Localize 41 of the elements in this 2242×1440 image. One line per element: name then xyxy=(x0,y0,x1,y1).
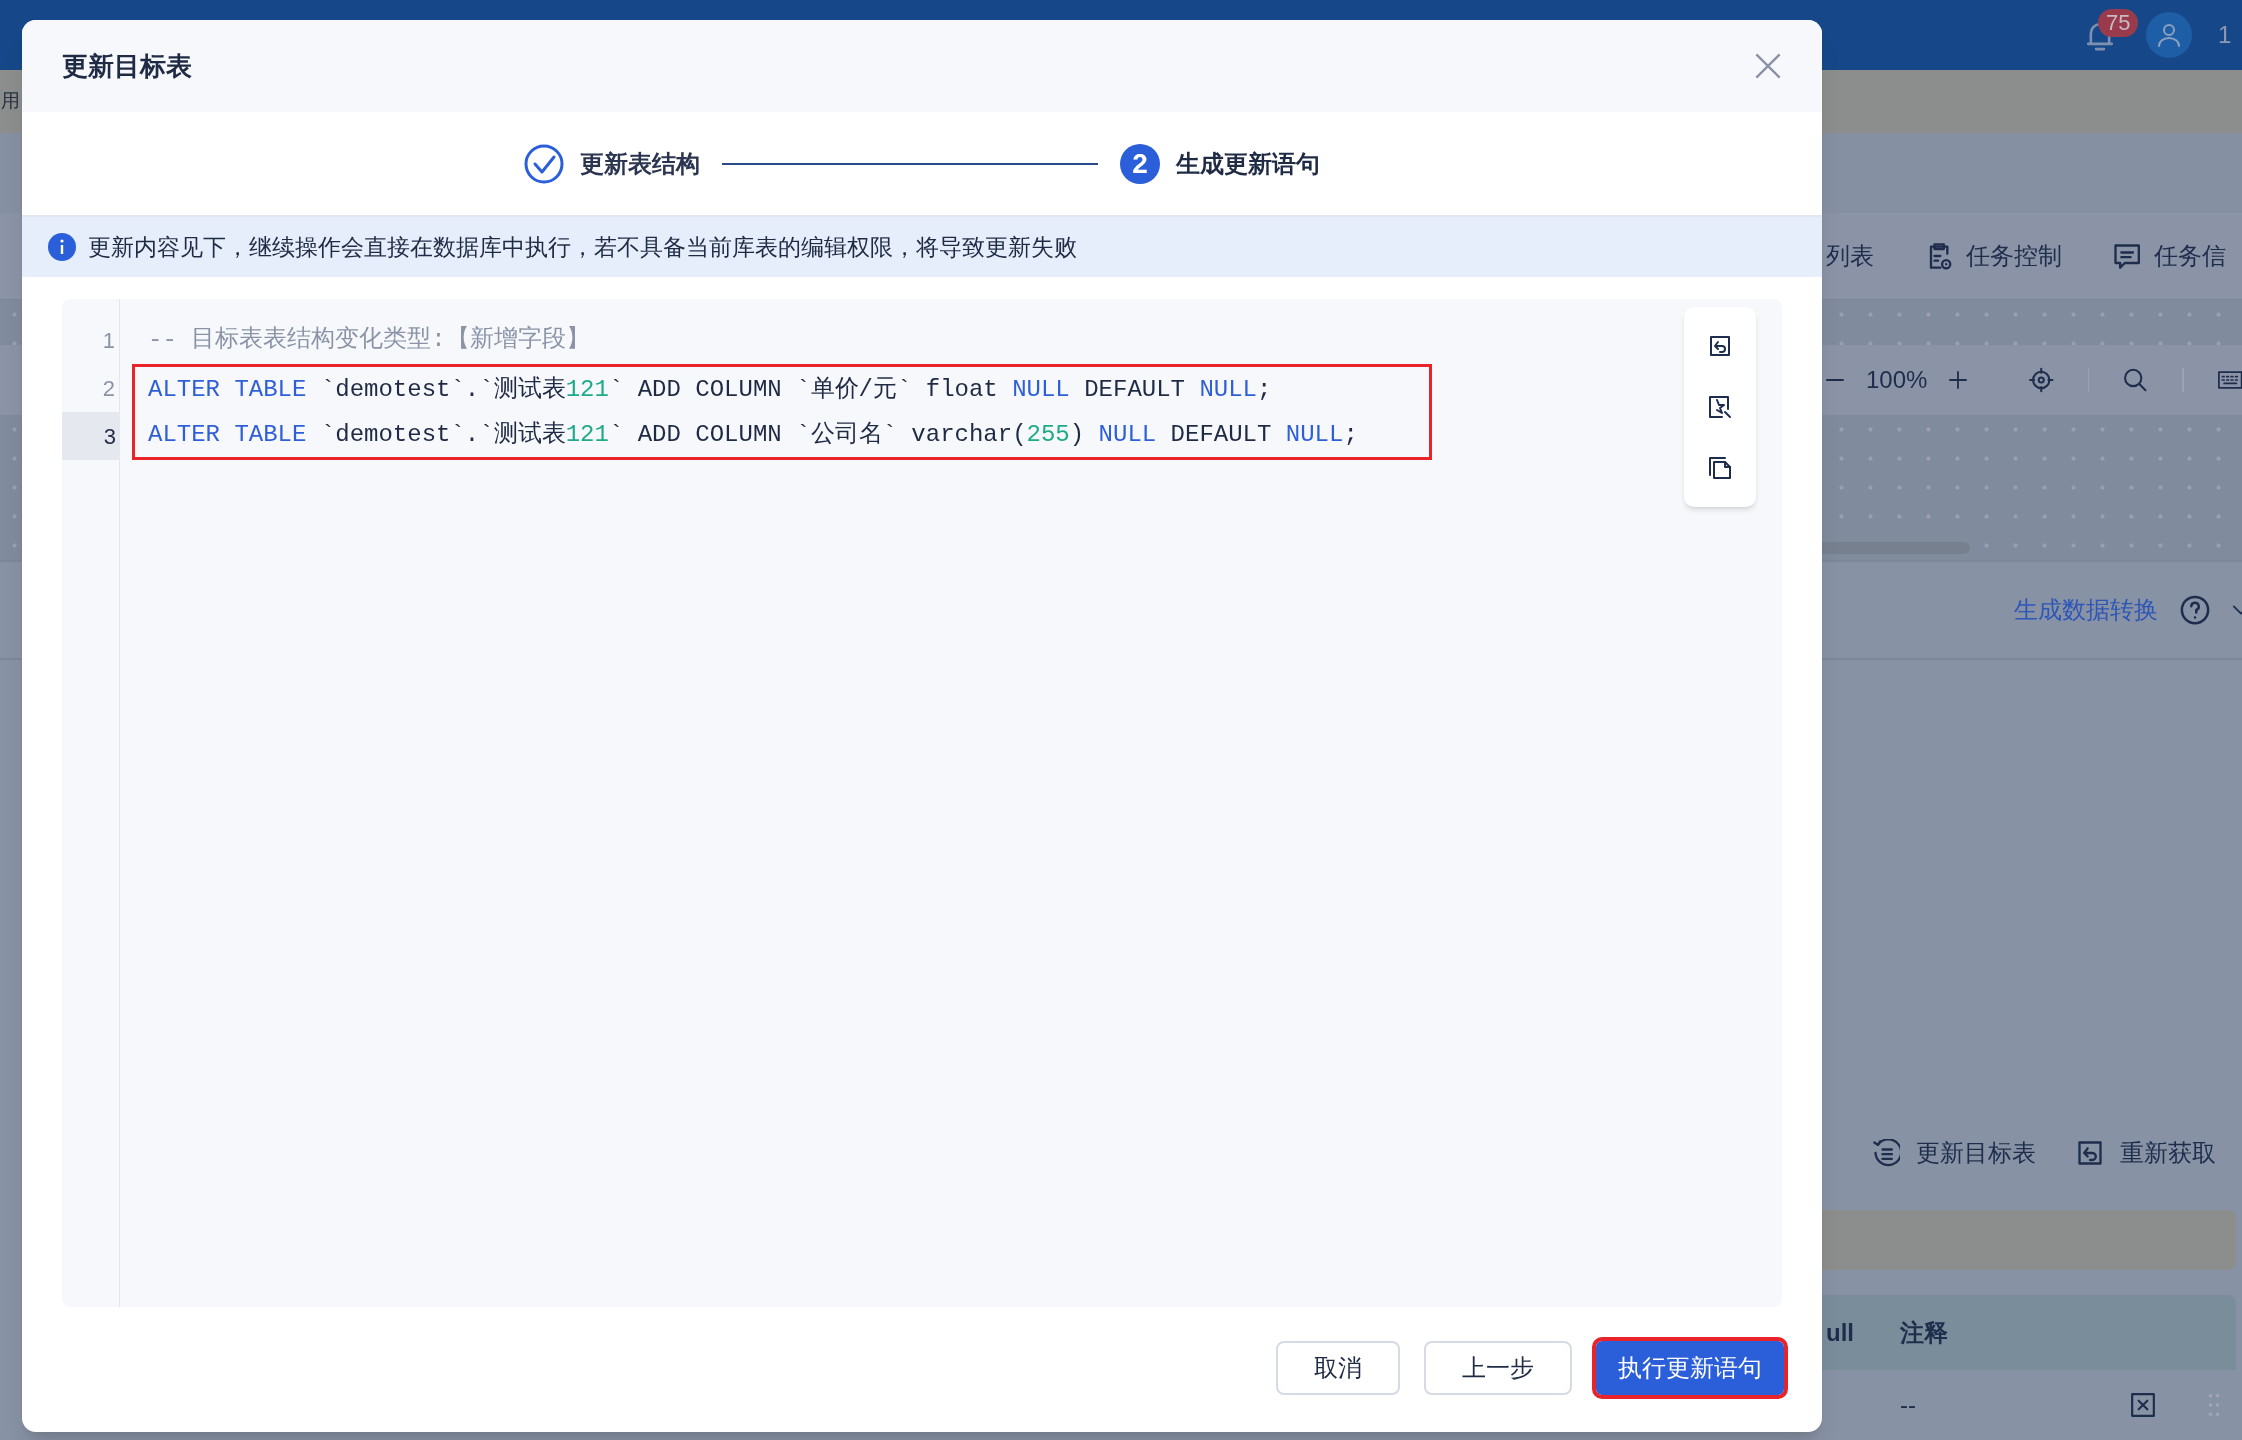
image-search-icon[interactable] xyxy=(1708,395,1732,419)
zoom-in-icon[interactable] xyxy=(1949,369,1968,391)
close-icon[interactable] xyxy=(1754,52,1782,80)
dialog-button[interactable]: 上一步 xyxy=(1424,1341,1572,1395)
chat-icon xyxy=(2112,242,2140,270)
line-number: 3 xyxy=(62,412,120,460)
dialog-title: 更新目标表 xyxy=(62,49,192,83)
step-label[interactable]: 生成更新语句 xyxy=(1176,145,1320,182)
toolbar-item[interactable]: 任务信 xyxy=(2154,238,2226,274)
step-label[interactable]: 更新表结构 xyxy=(580,145,700,182)
line-number: 2 xyxy=(101,374,116,403)
drag-handle-icon[interactable] xyxy=(2206,1391,2222,1419)
column-header: ull xyxy=(1826,1318,1854,1346)
info-icon xyxy=(48,233,76,261)
action-link[interactable]: 更新目标表 xyxy=(1916,1134,2036,1171)
notice-text: 更新内容见下，继续操作会直接在数据库中执行，若不具备当前库表的编辑权限，将导致更新失败 xyxy=(88,232,1077,262)
list-circle-icon xyxy=(1872,1138,1900,1167)
target-icon[interactable] xyxy=(2029,365,2054,395)
toolbar-item[interactable]: 列表 xyxy=(1826,238,1874,274)
help-icon[interactable] xyxy=(2180,595,2210,625)
action-link[interactable]: 重新获取 xyxy=(2120,1134,2216,1171)
table-cell: -- xyxy=(1900,1391,1916,1418)
code-line: ALTER TABLE `demotest`.`测试表121` ADD COLUMN `公司名` varchar(255) NULL DEFAULT NULL; xyxy=(148,419,1358,450)
user-name[interactable]: 1 xyxy=(2218,17,2232,53)
code-line: -- 目标表表结构变化类型:【新增字段】 xyxy=(148,324,590,355)
column-header: 注释 xyxy=(1900,1318,1948,1346)
line-number: 1 xyxy=(101,326,116,355)
toolbar-item[interactable]: 任务控制 xyxy=(1966,238,2062,274)
close-box-icon[interactable] xyxy=(2130,1392,2156,1418)
notification-badge: 75 xyxy=(2098,9,2139,37)
copy-icon[interactable] xyxy=(1708,456,1732,481)
zoom-level: 100% xyxy=(1865,365,1928,395)
keyboard-icon[interactable] xyxy=(2217,368,2242,392)
step-number: 2 xyxy=(1120,143,1160,184)
code-line: ALTER TABLE `demotest`.`测试表121` ADD COLUMN `单价/元` float NULL DEFAULT NULL; xyxy=(148,374,1272,405)
user-icon xyxy=(2157,23,2181,47)
back-box-icon xyxy=(2076,1138,2104,1167)
back-box-icon[interactable] xyxy=(1708,333,1732,358)
dialog-button[interactable]: 取消 xyxy=(1276,1341,1400,1395)
side-label: 用 xyxy=(1,89,20,114)
avatar[interactable] xyxy=(2146,12,2192,58)
